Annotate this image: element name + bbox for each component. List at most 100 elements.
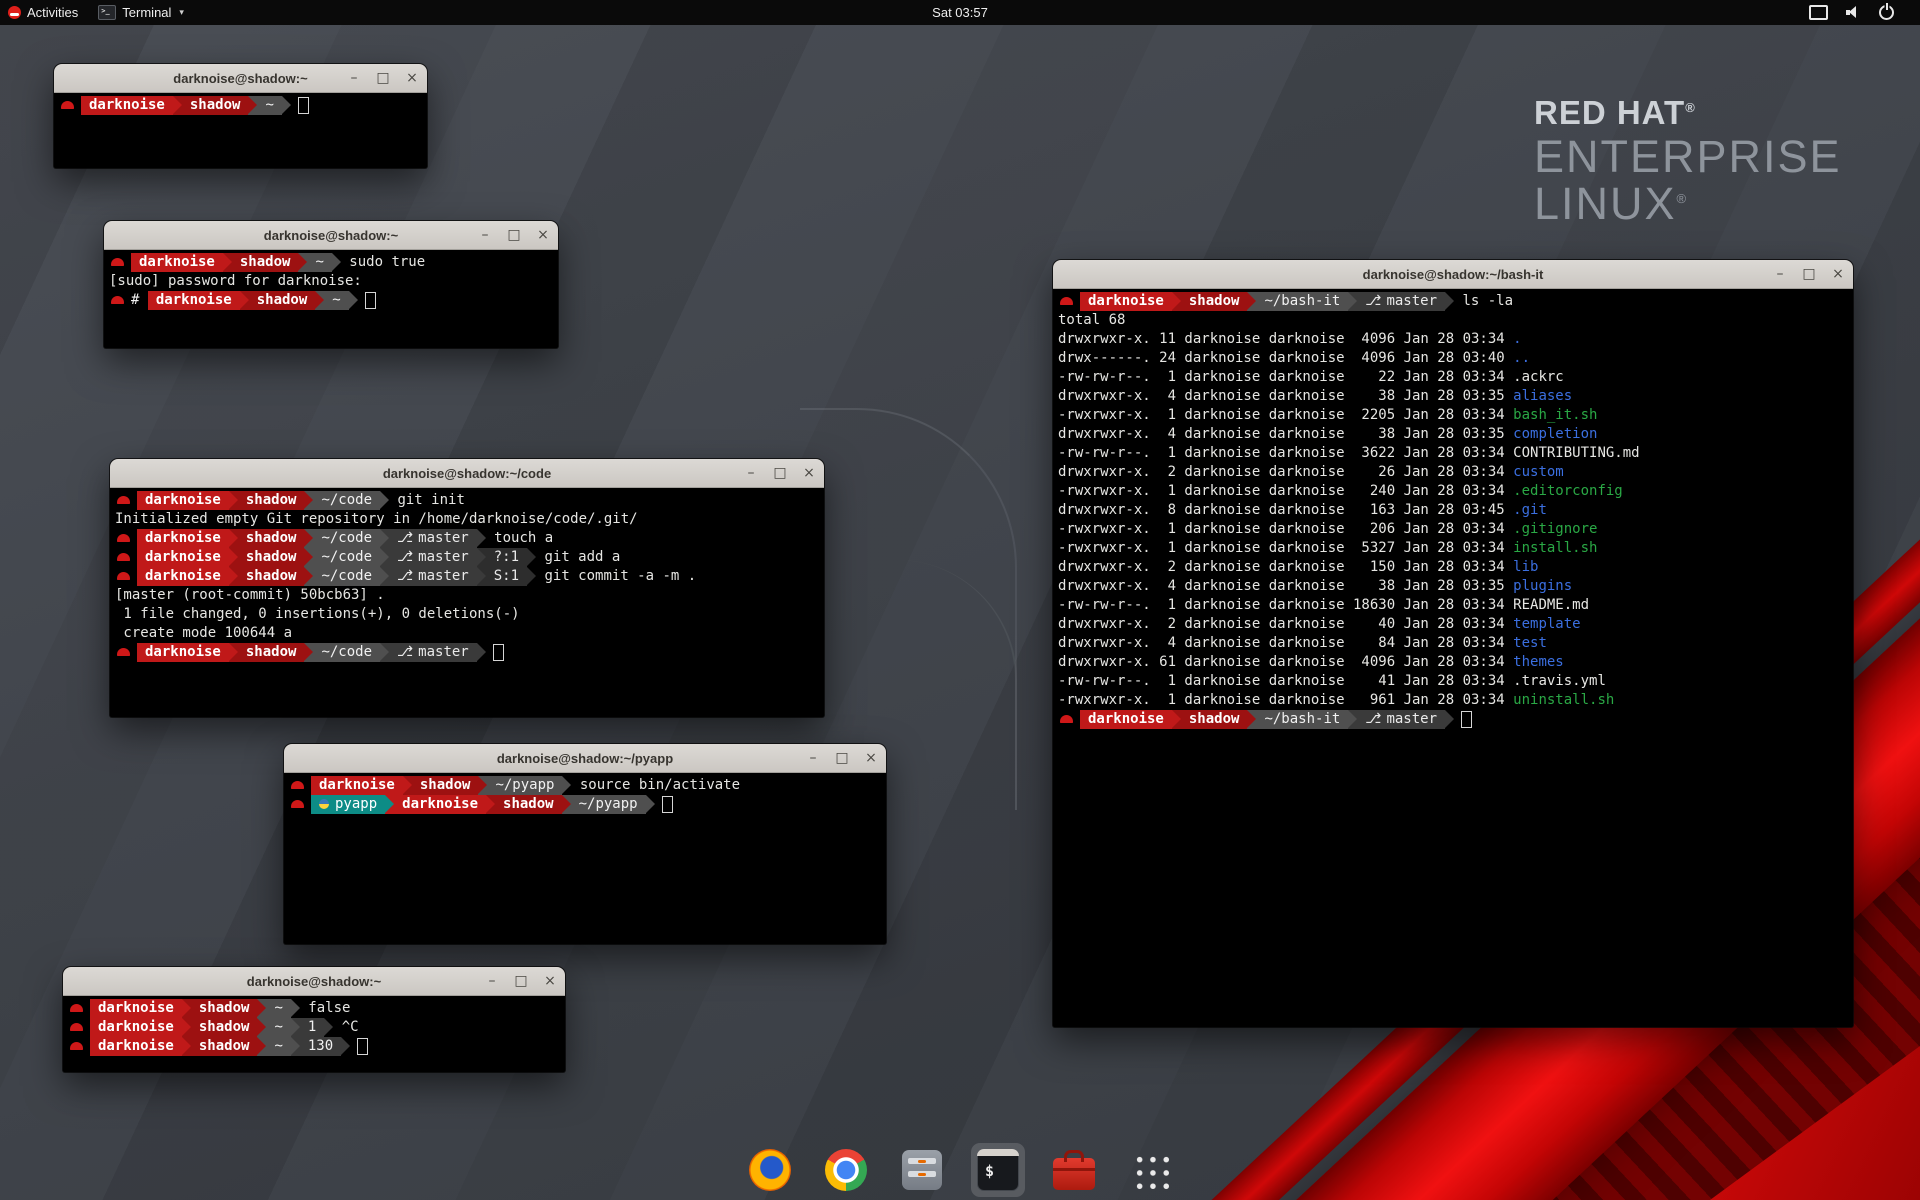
close-button[interactable]: × — [543, 974, 557, 988]
terminal-content[interactable]: darknoiseshadow~ falsedarknoiseshadow~1 … — [63, 996, 565, 1072]
minimize-button[interactable]: – — [1773, 267, 1787, 281]
window-titlebar[interactable]: darknoise@shadow:~/bash-it – □ × — [1053, 260, 1853, 289]
minimize-button[interactable]: – — [744, 466, 758, 480]
terminal-content[interactable]: darknoiseshadow~ — [54, 93, 427, 168]
volume-icon[interactable] — [1846, 6, 1861, 19]
prompt-segment-git_status: ?:1 — [486, 548, 527, 567]
close-button[interactable]: × — [802, 466, 816, 480]
close-button[interactable]: × — [1831, 267, 1845, 281]
activities-button[interactable]: Activities — [8, 5, 78, 20]
output-line: total 68 — [1058, 311, 1848, 330]
chrome-icon — [825, 1149, 867, 1191]
powerline-separator-icon — [324, 1018, 333, 1037]
output-text: drwxrwxr-x. 8 darknoise darknoise 163 Ja… — [1058, 502, 1513, 518]
maximize-button[interactable]: □ — [376, 71, 390, 85]
prompt-segment-host: shadow — [1181, 292, 1248, 311]
display-icon[interactable] — [1809, 5, 1828, 20]
close-button[interactable]: × — [864, 751, 878, 765]
dock-item-toolbox[interactable] — [1047, 1143, 1101, 1197]
prompt-segment-user: darknoise — [137, 548, 229, 567]
terminal-window-home-1[interactable]: darknoise@shadow:~ – □ × darknoiseshadow… — [54, 64, 427, 168]
maximize-button[interactable]: □ — [507, 228, 521, 242]
terminal-window-bash-it[interactable]: darknoise@shadow:~/bash-it – □ × darknoi… — [1053, 260, 1853, 1027]
registered-mark-2: ® — [1677, 191, 1689, 206]
powerline-separator-icon — [341, 1037, 350, 1056]
prompt-segment-user: darknoise — [311, 776, 403, 795]
minimize-button[interactable]: – — [806, 751, 820, 765]
powerline-separator-icon — [380, 491, 389, 510]
dock-item-firefox[interactable] — [743, 1143, 797, 1197]
terminal-window-sudo[interactable]: darknoise@shadow:~ – □ × darknoiseshadow… — [104, 221, 558, 348]
filename-dir: template — [1513, 616, 1580, 632]
chevron-down-icon: ▾ — [179, 7, 184, 18]
output-line: drwx------. 24 darknoise darknoise 4096 … — [1058, 349, 1848, 368]
window-titlebar[interactable]: darknoise@shadow:~/pyapp – □ × — [284, 744, 886, 773]
terminal-window-home-2[interactable]: darknoise@shadow:~ – □ × darknoiseshadow… — [63, 967, 565, 1072]
dock-item-app-grid[interactable] — [1123, 1143, 1177, 1197]
window-titlebar[interactable]: darknoise@shadow:~ – □ × — [54, 64, 427, 93]
prompt-segment-user: darknoise — [148, 291, 240, 310]
output-line: -rwxrwxr-x. 1 darknoise darknoise 240 Ja… — [1058, 482, 1848, 501]
minimize-button[interactable]: – — [485, 974, 499, 988]
filename-file: CONTRIBUTING.md — [1513, 445, 1639, 461]
powerline-separator-icon — [229, 491, 238, 510]
terminal-content[interactable]: darknoiseshadow~/pyapp source bin/activa… — [284, 773, 886, 944]
dock-item-chrome[interactable] — [819, 1143, 873, 1197]
powerline-separator-icon — [282, 96, 291, 115]
brand-line-linux: LINUX® — [1534, 181, 1842, 228]
output-line: [sudo] password for darknoise: — [109, 272, 553, 291]
close-button[interactable]: × — [536, 228, 550, 242]
powerline-separator-icon — [477, 529, 486, 548]
filename-dir: lib — [1513, 559, 1538, 575]
powerline-separator-icon — [1445, 710, 1454, 729]
prompt-segment-host: shadow — [412, 776, 479, 795]
powerline-separator-icon — [349, 291, 358, 310]
app-menu-terminal[interactable]: Terminal ▾ — [98, 5, 184, 20]
clock[interactable]: Sat 03:57 — [932, 5, 988, 20]
prompt-segment-user: darknoise — [90, 999, 182, 1018]
terminal-content[interactable]: darknoiseshadow~/bash-it⎇master ls -lato… — [1053, 289, 1853, 1027]
prompt-segment-git: ⎇master — [389, 529, 477, 548]
redhat-prompt-icon — [117, 496, 130, 504]
system-status-area[interactable] — [1809, 0, 1920, 25]
output-text: total 68 — [1058, 312, 1125, 328]
window-titlebar[interactable]: darknoise@shadow:~ – □ × — [63, 967, 565, 996]
output-line: drwxrwxr-x. 4 darknoise darknoise 38 Jan… — [1058, 387, 1848, 406]
prompt-line: darknoiseshadow~/bash-it⎇master — [1058, 710, 1848, 729]
filename-file: .ackrc — [1513, 369, 1564, 385]
redhat-prompt-icon — [117, 648, 130, 656]
dock-item-terminal[interactable] — [971, 1143, 1025, 1197]
maximize-button[interactable]: □ — [835, 751, 849, 765]
power-icon[interactable] — [1879, 5, 1894, 20]
firefox-icon — [749, 1149, 791, 1191]
output-line: drwxrwxr-x. 2 darknoise darknoise 150 Ja… — [1058, 558, 1848, 577]
maximize-button[interactable]: □ — [773, 466, 787, 480]
terminal-content[interactable]: darknoiseshadow~ sudo true[sudo] passwor… — [104, 250, 558, 348]
close-button[interactable]: × — [405, 71, 419, 85]
window-titlebar[interactable]: darknoise@shadow:~ – □ × — [104, 221, 558, 250]
prompt-segment-path: ~/pyapp — [571, 795, 646, 814]
terminal-window-code[interactable]: darknoise@shadow:~/code – □ × darknoises… — [110, 459, 824, 717]
minimize-button[interactable]: – — [347, 71, 361, 85]
output-text: -rwxrwxr-x. 1 darknoise darknoise 5327 J… — [1058, 540, 1513, 556]
maximize-button[interactable]: □ — [514, 974, 528, 988]
dock-item-files[interactable] — [895, 1143, 949, 1197]
minimize-button[interactable]: – — [478, 228, 492, 242]
terminal-content[interactable]: darknoiseshadow~/code git initInitialize… — [110, 488, 824, 717]
powerline-separator-icon — [229, 567, 238, 586]
prompt-segment-git_status: S:1 — [486, 567, 527, 586]
filename-dir: test — [1513, 635, 1547, 651]
git-branch-icon: ⎇ — [397, 644, 413, 660]
prompt-segment-user: darknoise — [1080, 292, 1172, 311]
output-text: -rwxrwxr-x. 1 darknoise darknoise 206 Ja… — [1058, 521, 1513, 537]
terminal-window-pyapp[interactable]: darknoise@shadow:~/pyapp – □ × darknoise… — [284, 744, 886, 944]
redhat-prompt-icon — [111, 258, 124, 266]
prompt-segment-path: ~ — [324, 291, 348, 310]
powerline-separator-icon — [332, 253, 341, 272]
maximize-button[interactable]: □ — [1802, 267, 1816, 281]
powerline-separator-icon — [257, 999, 266, 1018]
powerline-separator-icon — [478, 776, 487, 795]
command-text: touch a — [486, 530, 553, 546]
window-titlebar[interactable]: darknoise@shadow:~/code – □ × — [110, 459, 824, 488]
terminal-cursor — [662, 796, 673, 813]
